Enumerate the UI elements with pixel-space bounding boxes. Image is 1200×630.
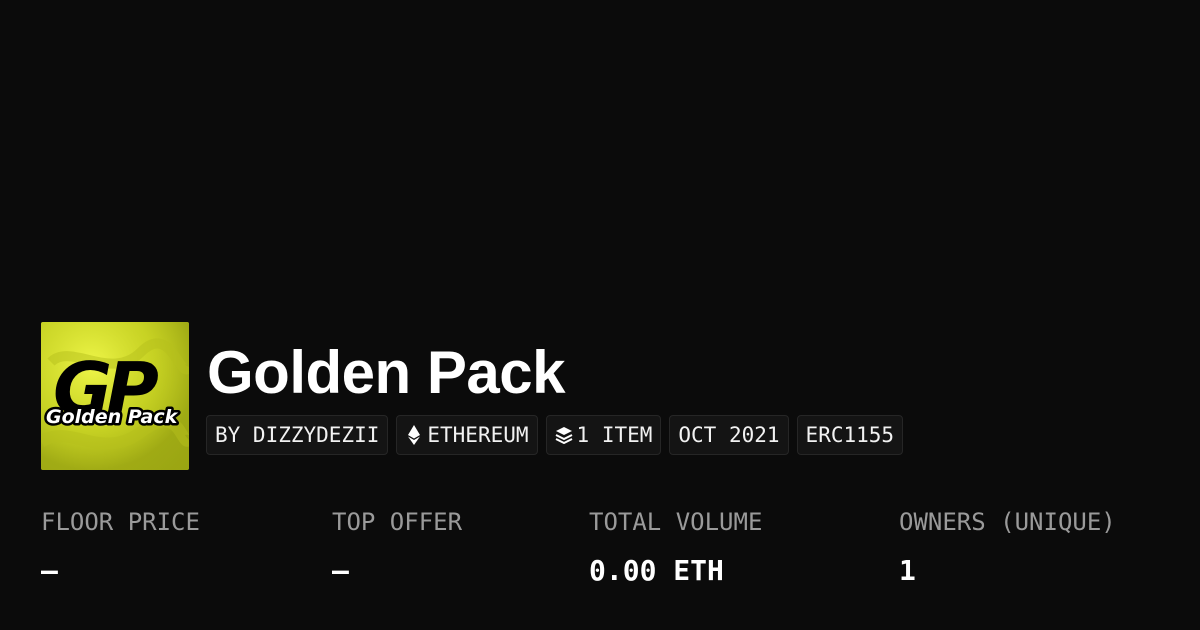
standard-badge: ERC1155 xyxy=(796,415,904,455)
owners-label: OWNERS (UNIQUE) xyxy=(899,508,1116,536)
total-volume-label: TOTAL VOLUME xyxy=(589,508,763,536)
floor-price-label: FLOOR PRICE xyxy=(41,508,200,536)
creator-badge[interactable]: BY DIZZYDEZII xyxy=(206,415,389,455)
items-badge[interactable]: 1 ITEM xyxy=(545,415,662,455)
stat-top-offer: TOP OFFER – xyxy=(332,505,462,589)
ethereum-icon xyxy=(405,424,423,446)
golden-pack-logo-icon: GP Golden Pack Golden Pack xyxy=(41,322,189,470)
collection-badges: BY DIZZYDEZII ETHEREUM 1 ITEM OCT 2021 E… xyxy=(206,415,904,455)
top-offer-value: – xyxy=(332,554,349,587)
date-badge: OCT 2021 xyxy=(669,415,789,455)
items-label: 1 ITEM xyxy=(576,423,653,447)
stat-owners: OWNERS (UNIQUE) 1 xyxy=(899,505,1116,589)
floor-price-value: – xyxy=(41,554,58,587)
top-offer-label: TOP OFFER xyxy=(332,508,463,536)
stat-floor-price: FLOOR PRICE – xyxy=(41,505,200,589)
standard-label: ERC1155 xyxy=(805,423,895,447)
collection-title: Golden Pack xyxy=(207,339,565,406)
owners-value: 1 xyxy=(899,554,916,587)
svg-text:Golden Pack: Golden Pack xyxy=(46,406,179,428)
chain-badge[interactable]: ETHEREUM xyxy=(396,415,538,455)
total-volume-value: 0.00 ETH xyxy=(589,554,724,587)
date-label: OCT 2021 xyxy=(678,423,780,447)
layers-icon xyxy=(555,424,573,446)
chain-label: ETHEREUM xyxy=(427,423,529,447)
stat-total-volume: TOTAL VOLUME 0.00 ETH xyxy=(589,505,762,589)
collection-logo: GP Golden Pack Golden Pack xyxy=(41,322,189,470)
creator-label: BY DIZZYDEZII xyxy=(215,423,380,447)
